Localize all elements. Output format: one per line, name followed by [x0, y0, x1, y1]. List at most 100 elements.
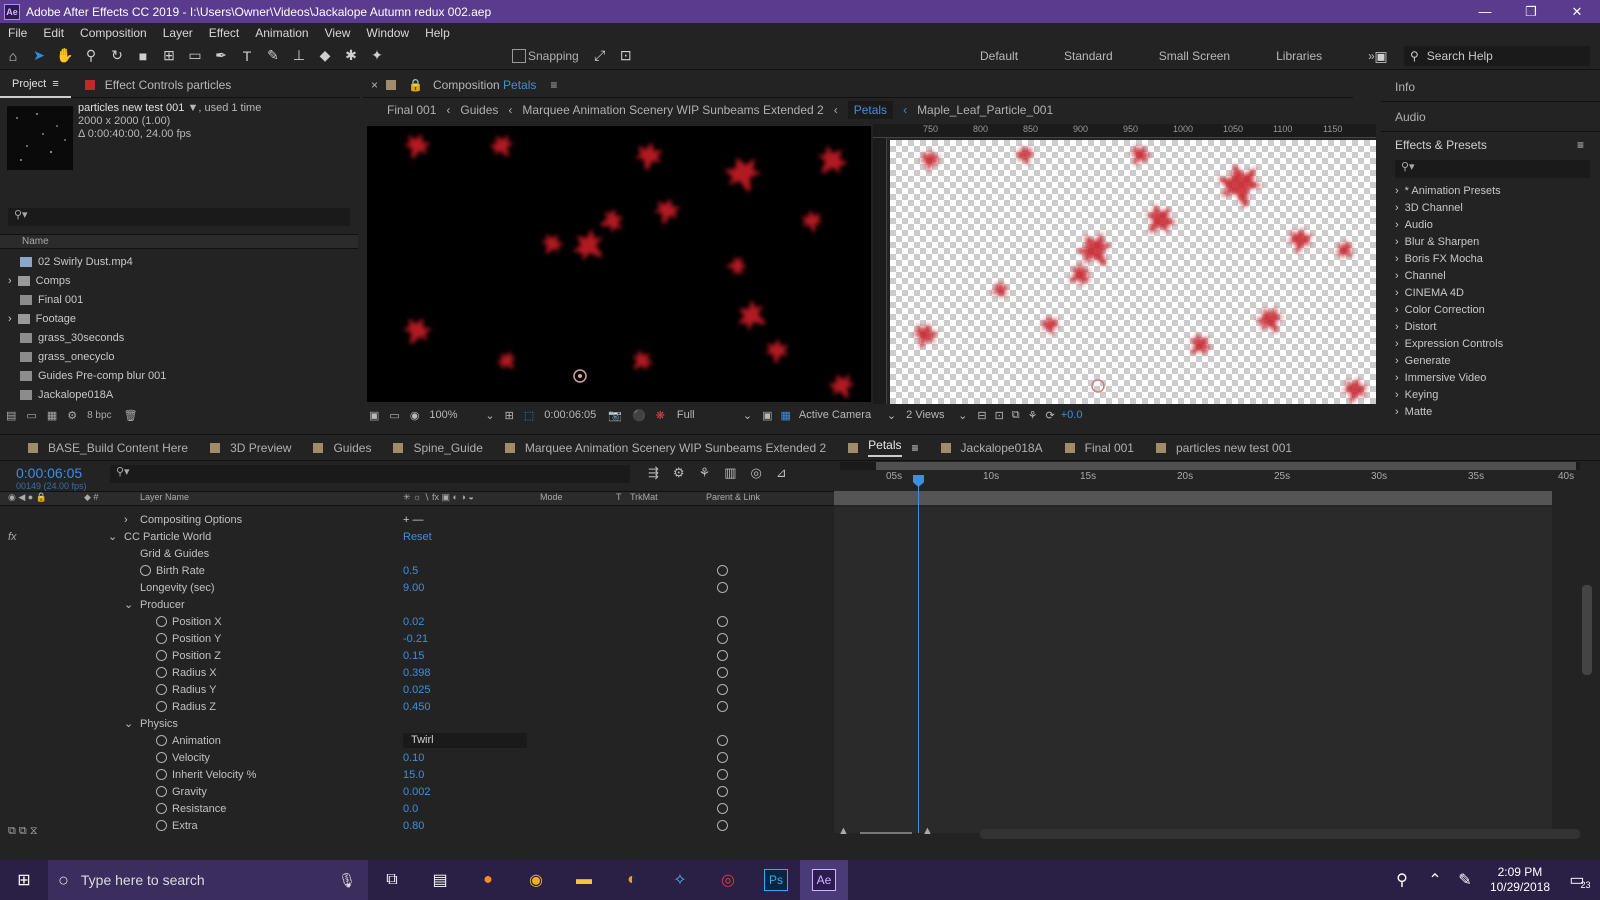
selection-tool-icon[interactable]: ➤: [28, 45, 50, 67]
timeline-vertical-scrollbar[interactable]: [1582, 585, 1592, 675]
roto-brush-tool-icon[interactable]: ✱: [340, 45, 362, 67]
frame-blending-icon[interactable]: ▥: [724, 465, 736, 481]
property-row[interactable]: Inherit Velocity % 15.0: [0, 766, 834, 783]
property-row[interactable]: Position X 0.02: [0, 613, 834, 630]
camera-tool-icon[interactable]: ■: [132, 45, 154, 67]
taskbar-search[interactable]: ○ Type here to search 🎙: [48, 860, 368, 900]
clone-stamp-tool-icon[interactable]: ⊥: [288, 45, 310, 67]
effects-category[interactable]: › Distort: [1387, 318, 1600, 335]
info-panel-tab[interactable]: Info: [1381, 72, 1600, 102]
project-item[interactable]: › Comps: [0, 271, 345, 290]
stopwatch-icon[interactable]: [156, 616, 167, 627]
stopwatch-icon[interactable]: [156, 633, 167, 644]
eraser-tool-icon[interactable]: ◆: [314, 45, 336, 67]
pick-whip-icon[interactable]: [717, 582, 728, 593]
timeline-current-time[interactable]: 0:00:06:05: [16, 465, 87, 481]
timeline-tab[interactable]: Jackalope018A: [940, 441, 1043, 455]
maximize-button[interactable]: ❐: [1508, 0, 1554, 23]
brush-tool-icon[interactable]: ✎: [262, 45, 284, 67]
tab-project[interactable]: Project ≡: [0, 72, 71, 98]
app-icon[interactable]: ▤: [416, 860, 464, 900]
after-effects-taskbar-icon[interactable]: Ae: [800, 860, 848, 900]
property-value[interactable]: Reset: [403, 531, 432, 543]
trkmat-header[interactable]: TrkMat: [630, 492, 658, 502]
project-item[interactable]: Final 001: [0, 290, 345, 309]
stopwatch-icon[interactable]: [140, 565, 151, 576]
project-settings-icon[interactable]: ⚙: [67, 409, 77, 422]
show-snapshot-icon[interactable]: ⚫: [632, 409, 646, 422]
effects-category[interactable]: › Keying: [1387, 386, 1600, 403]
minimize-button[interactable]: —: [1462, 0, 1508, 23]
resolution-dropdown-arrow-icon[interactable]: ⌄: [743, 409, 752, 422]
property-value[interactable]: 0.450: [403, 701, 431, 713]
snapshot-icon[interactable]: 📷: [608, 409, 622, 422]
reset-exposure-icon[interactable]: ⟳: [1046, 409, 1055, 422]
sync-app-icon[interactable]: ✧: [656, 860, 704, 900]
zoom-slider[interactable]: [860, 832, 912, 834]
notifications-icon[interactable]: ▭ 23: [1560, 860, 1600, 900]
clock[interactable]: 2:09 PM 10/29/2018: [1490, 865, 1550, 895]
workspace-small-screen[interactable]: Small Screen: [1159, 49, 1230, 63]
property-row[interactable]: Radius Y 0.025: [0, 681, 834, 698]
stopwatch-icon[interactable]: [156, 786, 167, 797]
breadcrumb-item[interactable]: Marquee Animation Scenery WIP Sunbeams E…: [522, 103, 823, 117]
timeline-tab[interactable]: Petals ≡: [848, 438, 919, 457]
property-value[interactable]: 0.02: [403, 616, 424, 628]
views-dropdown[interactable]: 2 Views: [906, 409, 958, 421]
timeline-link-icon[interactable]: ⚘: [1028, 409, 1038, 422]
pick-whip-icon[interactable]: [717, 752, 728, 763]
snapping-checkbox[interactable]: [512, 48, 526, 63]
property-row[interactable]: Velocity 0.10: [0, 749, 834, 766]
property-value[interactable]: 0.398: [403, 667, 431, 679]
effects-category[interactable]: › Boris FX Mocha: [1387, 250, 1600, 267]
microphone-icon[interactable]: 🎙: [338, 872, 356, 889]
shy-layers-icon[interactable]: ⚘: [699, 465, 711, 481]
breadcrumb-item-active[interactable]: Petals: [847, 101, 894, 119]
always-preview-icon[interactable]: ▣: [369, 409, 379, 422]
effects-category[interactable]: › Audio: [1387, 216, 1600, 233]
comp-mini-flowchart-icon[interactable]: ⇶: [648, 465, 659, 481]
project-item[interactable]: › Footage: [0, 309, 345, 328]
property-value[interactable]: 0.002: [403, 786, 431, 798]
timeline-horizontal-scrollbar[interactable]: [980, 829, 1580, 839]
property-value[interactable]: -0.21: [403, 633, 428, 645]
resolution-dropdown[interactable]: Full: [677, 409, 743, 421]
project-search-input[interactable]: ⚲▾: [8, 208, 350, 226]
mask-visibility-icon[interactable]: ◉: [410, 409, 420, 422]
project-item[interactable]: 02 Swirly Dust.mp4: [0, 252, 345, 271]
effects-category[interactable]: › Blur & Sharpen: [1387, 233, 1600, 250]
workspace-libraries[interactable]: Libraries: [1276, 49, 1322, 63]
collapse-arrow-icon[interactable]: ⌄: [124, 598, 133, 611]
effects-category[interactable]: › Channel: [1387, 267, 1600, 284]
menu-view[interactable]: View: [317, 26, 359, 40]
property-row[interactable]: Position Z 0.15: [0, 647, 834, 664]
close-panel-icon[interactable]: ×: [371, 78, 378, 92]
close-button[interactable]: ✕: [1554, 0, 1600, 23]
layer-name-header[interactable]: Layer Name: [140, 492, 189, 502]
expand-arrow-icon[interactable]: ›: [124, 514, 128, 526]
zoom-dropdown-arrow-icon[interactable]: ⌄: [485, 409, 494, 422]
layer-search-input[interactable]: ⚲▾: [110, 465, 630, 483]
camera-dropdown[interactable]: Active Camera: [799, 409, 887, 421]
pick-whip-icon[interactable]: [717, 650, 728, 661]
monitor-icon[interactable]: ▭: [389, 409, 399, 422]
menu-file[interactable]: File: [0, 26, 35, 40]
expand-arrow-icon[interactable]: ›: [8, 313, 12, 325]
comp-panel-title-name[interactable]: Petals: [503, 78, 536, 92]
property-value[interactable]: + —: [403, 514, 423, 526]
property-row[interactable]: › Compositing Options + —: [0, 511, 834, 528]
pick-whip-icon[interactable]: [717, 667, 728, 678]
zoom-tool-icon[interactable]: ⚲: [80, 45, 102, 67]
effects-category[interactable]: › Expression Controls: [1387, 335, 1600, 352]
puppet-pin-tool-icon[interactable]: ✦: [366, 45, 388, 67]
effects-category[interactable]: › Matte: [1387, 403, 1600, 420]
menu-composition[interactable]: Composition: [72, 26, 155, 40]
work-area-bar[interactable]: [834, 491, 1552, 505]
exposure-value[interactable]: +0.0: [1061, 409, 1083, 421]
delete-icon[interactable]: 🗑: [124, 409, 138, 422]
property-row[interactable]: Animation Twirl: [0, 732, 834, 749]
toggle-pixel-aspect-icon[interactable]: ⊟: [977, 409, 986, 422]
camera-dropdown-arrow-icon[interactable]: ⌄: [887, 409, 896, 422]
stopwatch-icon[interactable]: [156, 735, 167, 746]
mode-header[interactable]: Mode: [540, 492, 563, 502]
